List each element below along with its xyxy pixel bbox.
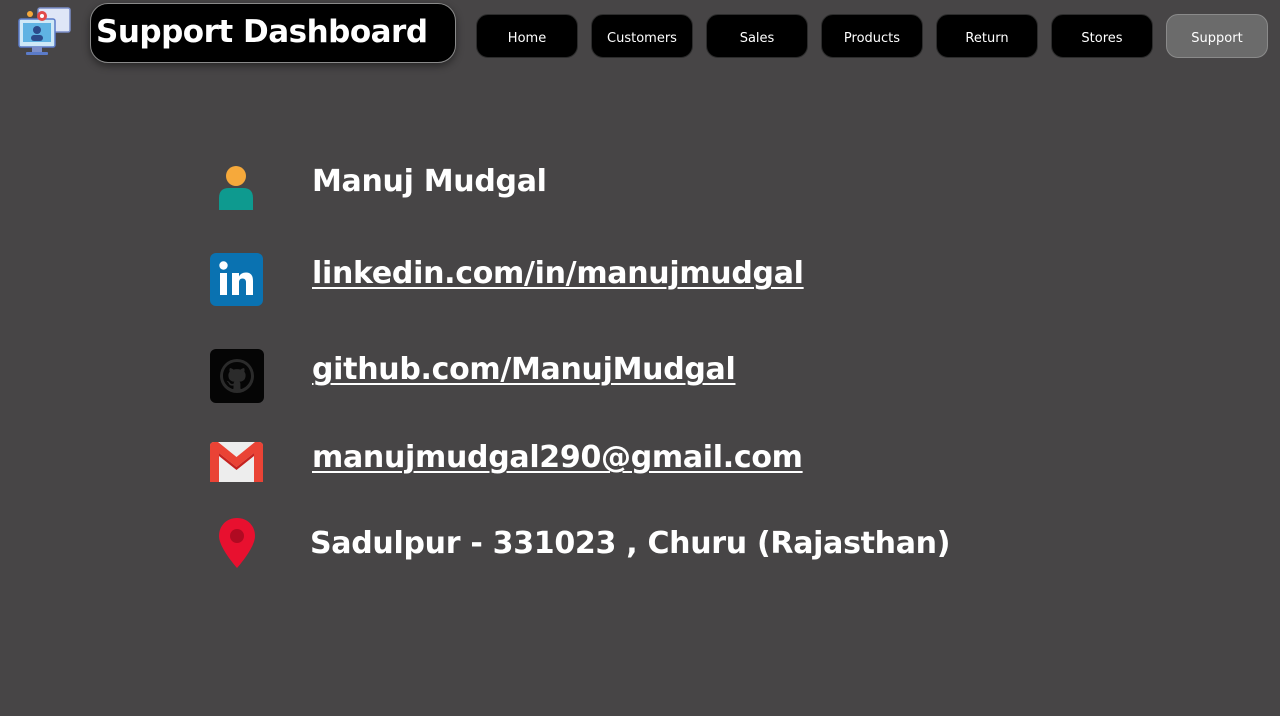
nav-sales-button[interactable]: Sales: [706, 14, 808, 58]
support-computer-icon: [18, 7, 71, 55]
linkedin-link[interactable]: linkedin.com/in/manujmudgal: [312, 256, 804, 291]
nav-stores-button[interactable]: Stores: [1051, 14, 1153, 58]
nav-return-button[interactable]: Return: [936, 14, 1038, 58]
linkedin-icon[interactable]: [210, 253, 263, 310]
nav-customers-button[interactable]: Customers: [591, 14, 693, 58]
github-icon[interactable]: [210, 349, 264, 407]
person-icon: [214, 164, 258, 216]
page-title: Support Dashboard: [96, 14, 428, 50]
nav-products-button[interactable]: Products: [821, 14, 923, 58]
github-link[interactable]: github.com/ManujMudgal: [312, 352, 736, 387]
contact-name: Manuj Mudgal: [312, 164, 547, 199]
location-pin-icon: [218, 518, 256, 572]
nav-home-button[interactable]: Home: [476, 14, 578, 58]
nav-support-button[interactable]: Support: [1166, 14, 1268, 58]
email-link[interactable]: manujmudgal290@gmail.com: [312, 440, 803, 475]
contact-address: Sadulpur - 331023 , Churu (Rajasthan): [310, 526, 951, 561]
dashboard-logo: [16, 6, 74, 60]
page-title-box: Support Dashboard: [90, 3, 456, 63]
gmail-icon[interactable]: [210, 442, 263, 486]
